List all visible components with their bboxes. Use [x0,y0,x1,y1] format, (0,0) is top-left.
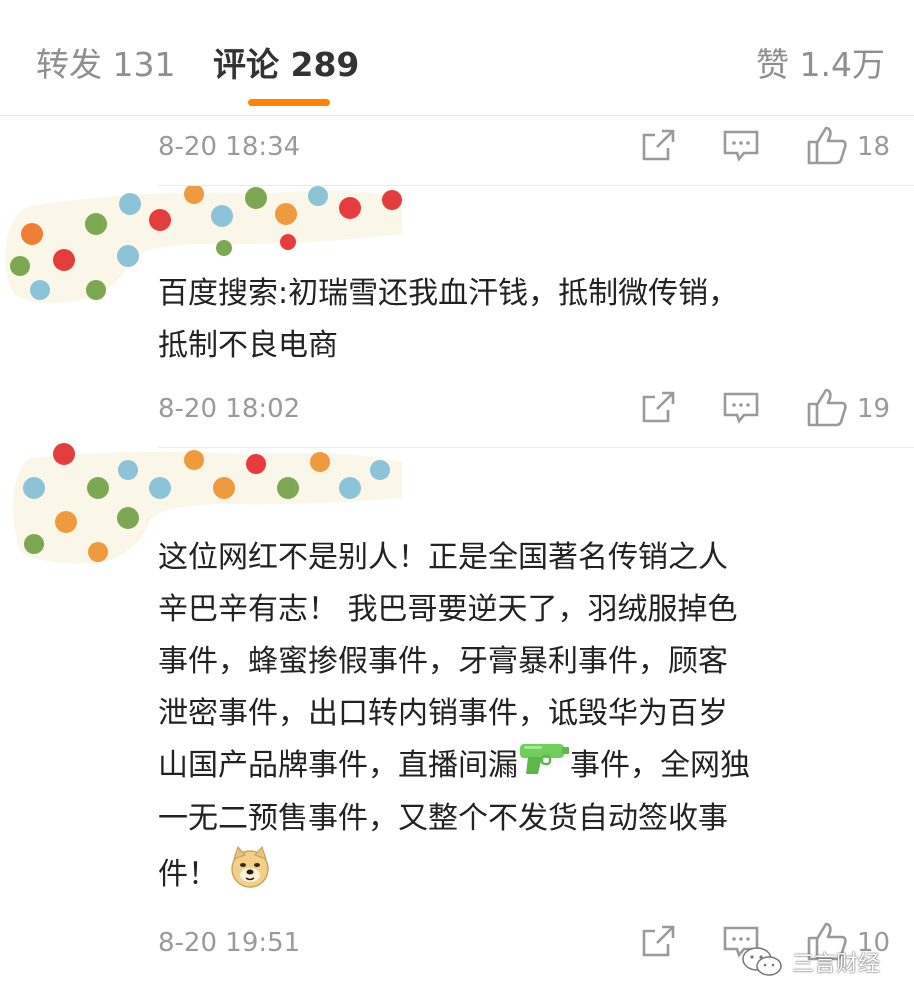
tab-likes[interactable]: 赞 1.4万 [756,38,885,86]
comment-tabs: 转发 131 评论 289 赞 1.4万 [0,0,914,116]
tab-comments[interactable]: 评论 289 [213,38,359,86]
like-count: 18 [857,132,891,162]
active-tab-indicator [248,99,330,106]
repost-icon[interactable] [640,924,676,964]
watermark-text: 三言财经 [792,952,881,977]
comment-time: 8-20 18:02 [158,394,301,424]
comment-icon[interactable] [722,128,760,168]
water-gun-icon [518,740,570,793]
wechat-icon [742,947,782,976]
like-icon[interactable] [806,124,848,170]
comment-text-part: 这位网红不是别人！正是全国著名传销之人 辛巴辛有志！ 我巴哥要逆天了，羽绒服掉色… [158,540,738,783]
doge-emoji-icon [228,845,272,906]
tab-repost[interactable]: 转发 131 [36,38,175,86]
comment-time: 8-20 19:51 [158,928,301,958]
comment-text: 百度搜索:初瑞雪还我血汗钱，抵制微传销， 抵制不良电商 [158,276,739,363]
comment-meta: 8-20 18:34 18 [0,118,914,178]
comment-text: 这位网红不是别人！正是全国著名传销之人 辛巴辛有志！ 我巴哥要逆天了，羽绒服掉色… [158,532,878,906]
comment-time: 8-20 18:34 [158,132,301,162]
watermark: 三言财经 [740,942,880,982]
like-icon[interactable] [806,386,848,432]
like-count: 19 [857,394,891,424]
repost-icon[interactable] [640,128,676,168]
repost-icon[interactable] [640,390,676,430]
comment-meta: 8-20 18:02 19 [0,380,914,440]
comment-icon[interactable] [722,390,760,430]
